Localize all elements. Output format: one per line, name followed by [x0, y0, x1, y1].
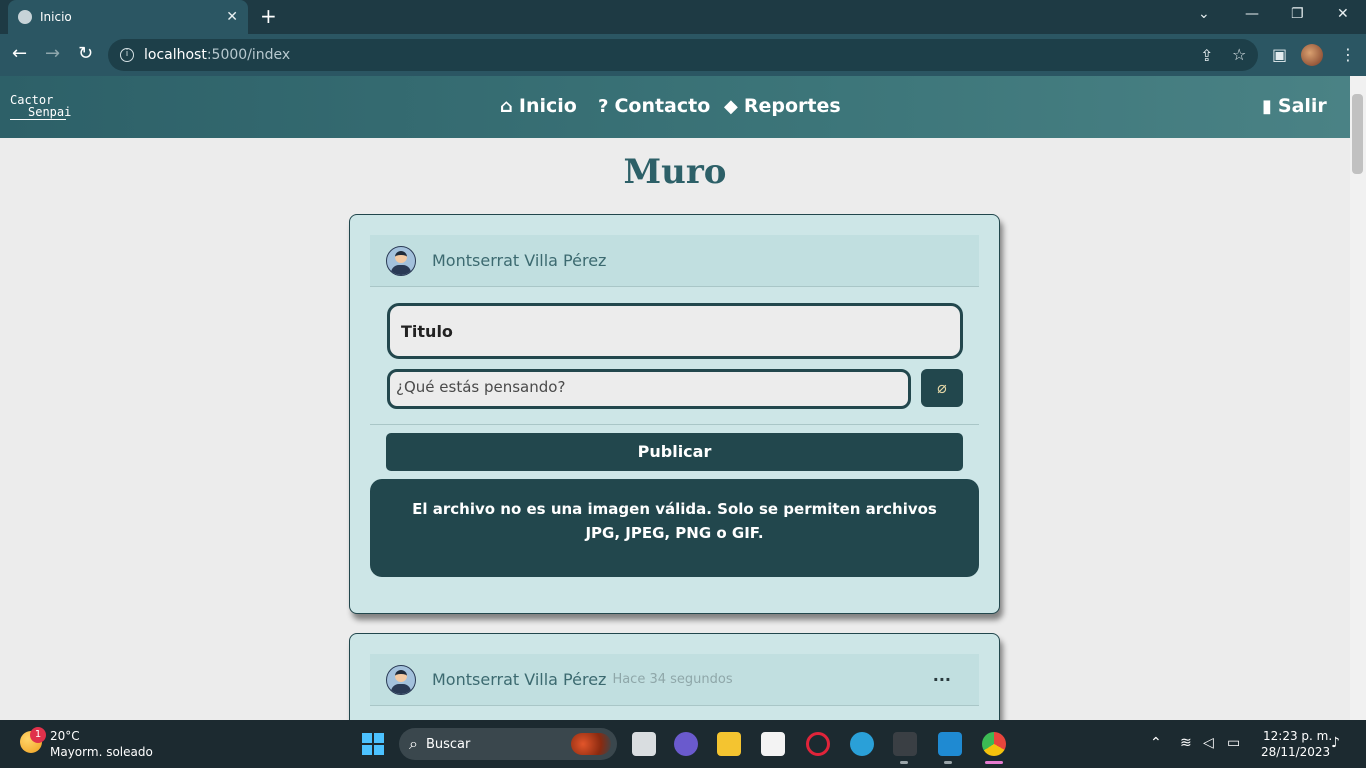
- logo-underline: [10, 119, 66, 120]
- home-icon: ⌂: [500, 95, 513, 117]
- opera-icon[interactable]: [806, 732, 830, 756]
- back-arrow-icon[interactable]: ←: [12, 44, 27, 64]
- post-user-header: Montserrat Villa Pérez Hace 34 segundos …: [370, 654, 979, 706]
- url-host: localhost: [144, 47, 207, 63]
- tab-search-icon[interactable]: ⌄: [1198, 6, 1210, 22]
- url-path: :5000/index: [206, 47, 291, 63]
- post-timestamp: Hace 34 segundos: [612, 672, 733, 687]
- minimize-icon[interactable]: —: [1245, 6, 1259, 22]
- terminal-running-indicator: [900, 761, 908, 764]
- battery-icon[interactable]: ▭: [1227, 735, 1240, 751]
- post-options-icon[interactable]: ···: [933, 670, 951, 689]
- vscode-running-indicator: [944, 761, 952, 764]
- weather-temperature[interactable]: 20°C: [50, 729, 80, 743]
- composer-user-name: Montserrat Villa Pérez: [432, 251, 607, 270]
- chrome-icon[interactable]: [982, 732, 1006, 756]
- profile-avatar[interactable]: [1301, 44, 1323, 66]
- nav-contacto-label: Contacto: [614, 95, 711, 117]
- file-explorer-icon[interactable]: [717, 732, 741, 756]
- wifi-icon[interactable]: ≋: [1180, 735, 1192, 751]
- nav-inicio-label: Inicio: [518, 95, 577, 117]
- post-user-name: Montserrat Villa Pérez: [432, 670, 607, 689]
- side-panel-icon[interactable]: ▣: [1272, 45, 1287, 64]
- nav-reportes[interactable]: ◆ Reportes: [724, 95, 841, 117]
- warning-icon: ◆: [724, 95, 738, 117]
- paperclip-icon: ⌀: [937, 378, 947, 397]
- door-icon: ▮: [1262, 95, 1272, 117]
- chrome-menu-icon[interactable]: ⋮: [1340, 45, 1356, 64]
- task-view-icon[interactable]: [632, 732, 656, 756]
- composer-user-header: Montserrat Villa Pérez: [370, 235, 979, 287]
- weather-description[interactable]: Mayorm. soleado: [50, 745, 153, 759]
- tab-title: Inicio: [40, 10, 72, 24]
- nav-reportes-label: Reportes: [743, 95, 841, 117]
- search-icon: ⌕: [409, 734, 418, 753]
- post-text-input[interactable]: ¿Qué estás pensando?: [387, 369, 911, 409]
- notification-bell-icon[interactable]: ♪: [1331, 735, 1340, 751]
- address-bar[interactable]: i localhost:5000/index: [108, 39, 1258, 71]
- reload-icon[interactable]: ↻: [78, 44, 93, 64]
- site-logo[interactable]: Cactor Senpai: [10, 94, 71, 120]
- taskbar-time[interactable]: 12:23 p. m.: [1263, 729, 1332, 743]
- bookmark-star-icon[interactable]: ☆: [1232, 45, 1246, 64]
- forward-arrow-icon[interactable]: →: [45, 44, 60, 64]
- edge-icon[interactable]: [850, 732, 874, 756]
- question-icon: ?: [598, 95, 609, 117]
- windows-start-icon[interactable]: [362, 733, 384, 755]
- divider: [370, 424, 979, 425]
- user-avatar: [386, 245, 416, 276]
- meet-icon[interactable]: [674, 732, 698, 756]
- search-highlight-icon: [571, 733, 611, 755]
- share-icon[interactable]: ⇪: [1200, 46, 1213, 65]
- tab-close-icon[interactable]: ✕: [226, 9, 238, 25]
- publish-button[interactable]: Publicar: [386, 433, 963, 471]
- globe-icon: [18, 10, 32, 24]
- chrome-active-indicator: [985, 761, 1003, 764]
- window-close-icon[interactable]: ✕: [1337, 6, 1349, 22]
- browser-tab[interactable]: Inicio ✕: [8, 0, 248, 34]
- page-title: Muro: [623, 152, 727, 192]
- logo-line-2: Senpai: [28, 105, 72, 119]
- composer-card: Montserrat Villa Pérez Titulo ¿Qué estás…: [349, 214, 1000, 614]
- weather-badge: 1: [30, 727, 46, 743]
- taskbar-search[interactable]: ⌕ Buscar: [399, 728, 617, 760]
- scrollbar-thumb[interactable]: [1352, 94, 1363, 174]
- site-info-icon[interactable]: i: [120, 48, 134, 62]
- logout-label: Salir: [1277, 95, 1327, 117]
- error-alert: El archivo no es una imagen válida. Solo…: [370, 479, 979, 577]
- nav-inicio[interactable]: ⌂ Inicio: [500, 95, 577, 117]
- vscode-icon[interactable]: [938, 732, 962, 756]
- nav-contacto[interactable]: ? Contacto: [598, 95, 710, 117]
- new-tab-button[interactable]: +: [260, 6, 277, 26]
- taskbar-date[interactable]: 28/11/2023: [1261, 745, 1330, 759]
- attach-file-button[interactable]: ⌀: [921, 369, 963, 407]
- store-icon[interactable]: [761, 732, 785, 756]
- title-input[interactable]: Titulo: [387, 303, 963, 359]
- restore-icon[interactable]: ❐: [1291, 6, 1304, 22]
- logout-link[interactable]: ▮ Salir: [1262, 95, 1327, 117]
- tray-chevron-icon[interactable]: ⌃: [1150, 735, 1162, 751]
- terminal-icon[interactable]: [893, 732, 917, 756]
- user-avatar: [386, 664, 416, 695]
- volume-icon[interactable]: ◁: [1203, 735, 1214, 751]
- search-label: Buscar: [425, 736, 471, 752]
